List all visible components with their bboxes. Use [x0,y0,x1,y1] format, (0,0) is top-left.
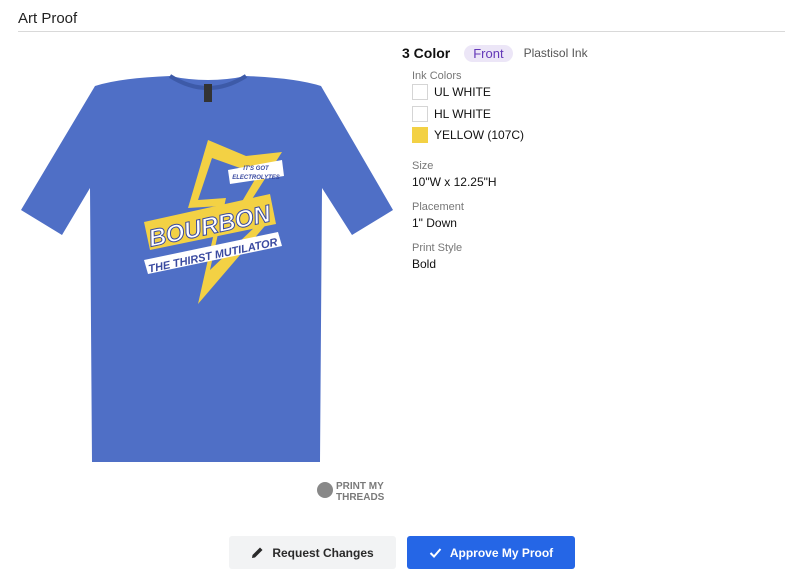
color-count: 3 Color [402,45,451,61]
approve-proof-button[interactable]: Approve My Proof [407,536,575,569]
placement-value: 1" Down [412,216,457,230]
placement-label: Placement [412,201,464,213]
ink-type: Plastisol Ink [523,46,588,60]
print-style-section: Print Style Bold [412,242,462,271]
color-swatch [412,106,428,122]
proof-title-row: 3 Color Front Plastisol Ink [402,44,702,62]
location-badge: Front [464,44,513,62]
approve-proof-label: Approve My Proof [449,545,554,560]
svg-text:THREADS: THREADS [336,492,385,503]
shirt-mockup: IT'S GOT ELECTROLYTES BOURBON THE THIRST… [20,70,395,470]
ink-color-row: HL WHITE [412,106,491,122]
ink-color-name: HL WHITE [434,107,491,121]
design-tag-line2: ELECTROLYTES [232,175,280,181]
print-style-label: Print Style [412,242,463,254]
header-divider [18,31,785,32]
pencil-icon [252,547,263,558]
page-title: Art Proof [18,10,78,27]
size-section: Size 10"W x 12.25"H [412,160,497,189]
svg-text:PRINT MY: PRINT MY [336,481,384,492]
design-tag-line1: IT'S GOT [243,166,270,172]
ink-color-row: YELLOW (107C) [412,127,524,143]
request-changes-label: Request Changes [272,545,374,560]
ink-color-name: YELLOW (107C) [434,128,525,142]
watermark-logo: PRINT MY THREADS [316,478,396,510]
color-swatch [412,127,428,143]
color-swatch [412,84,428,100]
request-changes-button[interactable]: Request Changes [229,536,396,569]
ink-colors-label: Ink Colors [412,70,462,82]
ink-color-name: UL WHITE [434,85,491,99]
size-label: Size [412,160,434,172]
print-style-value: Bold [412,257,437,271]
size-value: 10"W x 12.25"H [412,175,497,189]
ink-color-row: UL WHITE [412,84,491,100]
proof-details: 3 Color Front Plastisol Ink Ink Colors U… [402,44,702,271]
checkmark-icon [429,548,442,558]
placement-section: Placement 1" Down [412,201,464,230]
